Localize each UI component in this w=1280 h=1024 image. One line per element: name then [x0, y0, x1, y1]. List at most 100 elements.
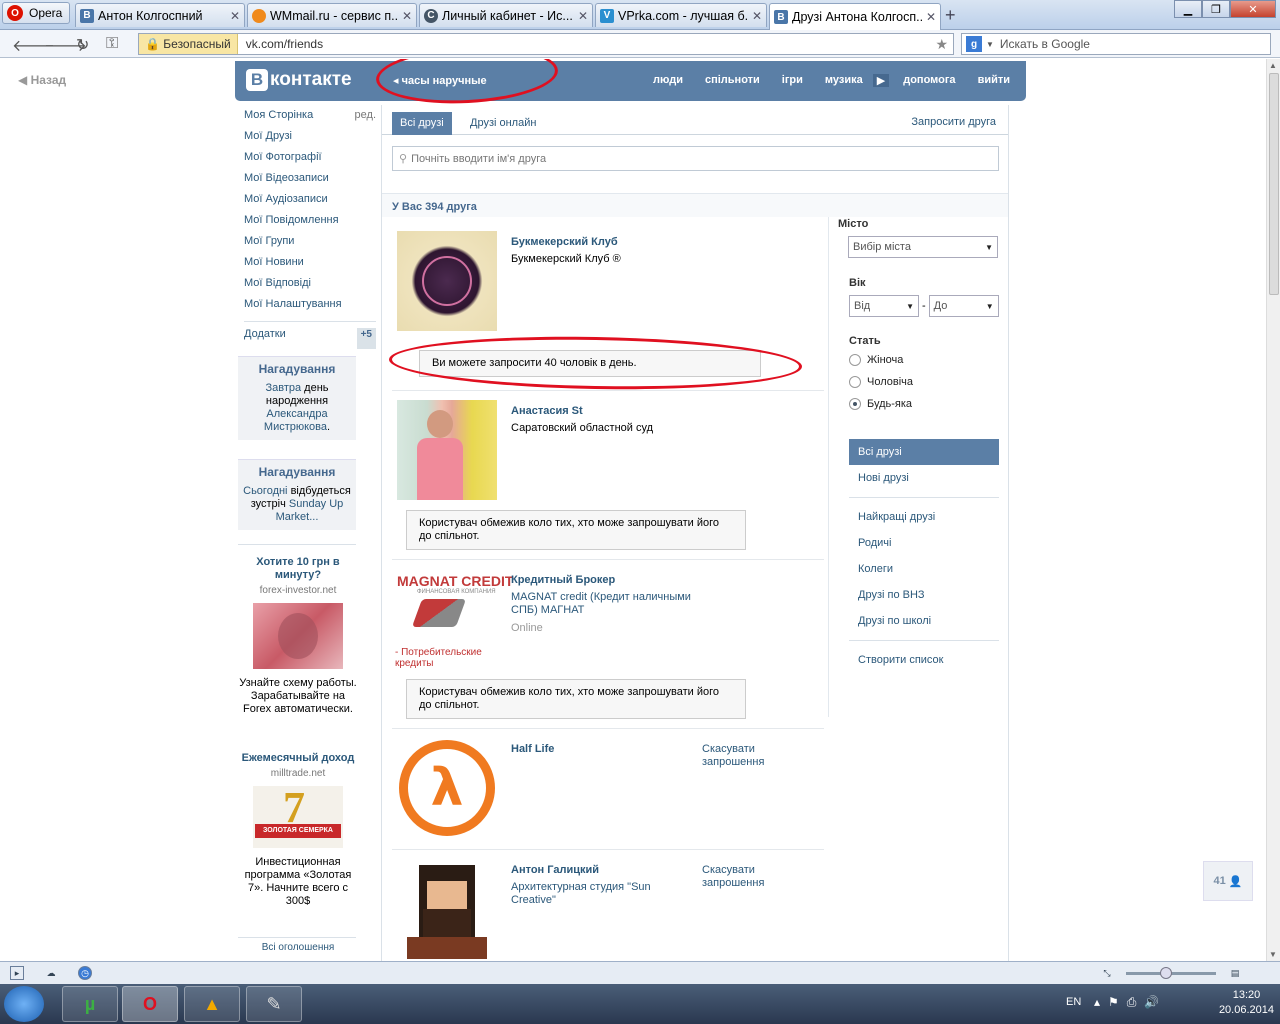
nav-help[interactable]: допомога — [903, 74, 955, 87]
nav-games[interactable]: ігри — [782, 74, 803, 87]
sex-option-any[interactable]: Будь-яка — [849, 393, 913, 415]
key-icon[interactable]: ⚿ — [106, 35, 118, 53]
list-school-friends[interactable]: Друзі по школі — [849, 608, 999, 634]
tray-icons[interactable]: ▴⚑⎙🔊 — [1094, 995, 1167, 1010]
age-to-select[interactable]: До ▼ — [928, 295, 999, 317]
start-button[interactable] — [4, 986, 44, 1022]
avatar[interactable]: λ — [397, 738, 497, 838]
friend-name[interactable]: Анастасия St — [511, 405, 583, 417]
list-all-friends[interactable]: Всі друзі — [849, 439, 999, 465]
menu-my-page[interactable]: Моя Сторінка ред. — [244, 109, 376, 130]
opera-taskbar-icon[interactable]: O — [122, 986, 178, 1022]
menu-my-settings[interactable]: Мої Налаштування — [244, 298, 376, 319]
avatar[interactable] — [397, 231, 497, 331]
language-indicator[interactable]: EN — [1066, 996, 1081, 1008]
menu-apps[interactable]: Додатки +5 — [244, 328, 376, 349]
friend-name[interactable]: Кредитный Брокер — [511, 574, 615, 586]
zoom-options-icon[interactable]: ▤ — [1228, 966, 1242, 980]
nav-communities[interactable]: спільноти — [705, 74, 760, 87]
url-field[interactable]: 🔒 Безопасный vk.com/friends ★ — [138, 33, 954, 55]
radio-button-selected[interactable] — [849, 398, 861, 410]
friend-search-input[interactable]: ⚲ Почніть вводити ім'я друга — [392, 146, 999, 171]
menu-my-replies[interactable]: Мої Відповіді — [244, 277, 376, 298]
menu-my-photos[interactable]: Мої Фотографії — [244, 151, 376, 172]
scrollbar-thumb[interactable] — [1269, 73, 1279, 295]
ad-title[interactable]: Хотите 10 грн в минуту? — [238, 556, 358, 582]
avatar[interactable]: MAGNAT CREDIT ФИНАНСОВАЯ КОМПАНИЯ - Потр… — [387, 569, 513, 669]
radio-button[interactable] — [849, 376, 861, 388]
banknote-image[interactable] — [253, 603, 343, 669]
close-icon[interactable]: ✕ — [926, 10, 936, 24]
security-badge[interactable]: 🔒 Безопасный — [139, 34, 238, 54]
nav-logout[interactable]: вийти — [978, 74, 1010, 87]
avatar[interactable] — [397, 400, 497, 500]
edit-link[interactable]: ред. — [355, 109, 376, 130]
close-icon[interactable]: ✕ — [402, 9, 412, 23]
google-icon[interactable]: g — [966, 36, 982, 52]
bookmark-star-icon[interactable]: ★ — [935, 36, 953, 53]
apps-badge[interactable]: +5 — [356, 328, 376, 349]
browser-tab-4[interactable]: V VPrka.com - лучшая б... ✕ — [595, 3, 767, 27]
invite-friend-link[interactable]: Запросити друга — [911, 116, 996, 128]
browser-tab-1[interactable]: B Антон Колгоспний ✕ — [75, 3, 245, 27]
scroll-up-icon[interactable]: ▲ — [1269, 61, 1277, 70]
panel-toggle-icon[interactable]: ▸ — [10, 966, 24, 980]
sex-option-male[interactable]: Чоловіча — [849, 371, 913, 393]
menu-my-videos[interactable]: Мої Відеозаписи — [244, 172, 376, 193]
list-best-friends[interactable]: Найкращі друзі — [849, 504, 999, 530]
avatar[interactable] — [397, 859, 497, 959]
list-relatives[interactable]: Родичі — [849, 530, 999, 556]
back-link[interactable]: ◀ Назад — [18, 73, 66, 87]
browser-tab-3[interactable]: C Личный кабинет - Ис... ✕ — [419, 3, 593, 27]
online-counter[interactable]: 41 👤 — [1203, 861, 1253, 901]
fit-icon[interactable]: ⤡ — [1100, 966, 1114, 980]
reminder-person-link[interactable]: Александра Мистрюкова — [264, 408, 328, 433]
all-ads-link[interactable]: Всі оголошення — [238, 942, 358, 953]
cloud-icon[interactable]: ☁ — [44, 966, 58, 980]
restore-icon[interactable]: ❐ — [1202, 0, 1230, 18]
cancel-invite-link[interactable]: Скасувати запрошення — [702, 864, 782, 890]
tab-all-friends[interactable]: Всі друзі — [392, 112, 452, 135]
age-from-select[interactable]: Від ▼ — [849, 295, 919, 317]
browser-tab-2[interactable]: WMmail.ru - сервис п... ✕ — [247, 3, 417, 27]
menu-my-groups[interactable]: Мої Групи — [244, 235, 376, 256]
friend-name[interactable]: Букмекерский Клуб — [511, 236, 618, 248]
page-scrollbar[interactable]: ▲ ▼ — [1266, 59, 1280, 961]
menu-my-friends[interactable]: Мої Друзі — [244, 130, 376, 151]
menu-my-audio[interactable]: Мої Аудіозаписи — [244, 193, 376, 214]
list-colleagues[interactable]: Колеги — [849, 556, 999, 582]
reminder-link[interactable]: Сьогодні — [243, 485, 287, 497]
ad-block-1[interactable]: Хотите 10 грн в минуту? forex-investor.n… — [238, 556, 358, 716]
list-university-friends[interactable]: Друзі по ВНЗ — [849, 582, 999, 608]
utorrent-icon[interactable]: µ — [62, 986, 118, 1022]
opera-menu-button[interactable]: O Opera — [2, 2, 70, 24]
close-icon[interactable]: ✕ — [230, 9, 240, 23]
chevron-down-icon[interactable]: ▼ — [986, 40, 994, 49]
golden-seven-image[interactable]: 7 ЗОЛОТАЯ СЕМЕРКА — [253, 786, 343, 848]
vk-logo[interactable]: В контакте — [246, 69, 352, 91]
sex-option-female[interactable]: Жіноча — [849, 349, 913, 371]
paint-icon[interactable]: ✎ — [246, 986, 302, 1022]
close-icon[interactable]: ✕ — [752, 9, 762, 23]
reload-icon[interactable]: ↻ — [76, 35, 89, 55]
reminder-link[interactable]: Завтра — [265, 382, 301, 394]
city-select[interactable]: Вибір міста ▼ — [848, 236, 998, 258]
menu-my-messages[interactable]: Мої Повідомлення — [244, 214, 376, 235]
list-new-friends[interactable]: Нові друзі — [849, 465, 999, 491]
friend-name[interactable]: Антон Галицкий — [511, 864, 599, 876]
cancel-invite-link[interactable]: Скасувати запрошення — [702, 743, 782, 769]
new-tab-icon[interactable]: + — [945, 5, 956, 26]
create-list-link[interactable]: Створити список — [849, 647, 999, 673]
radio-button[interactable] — [849, 354, 861, 366]
clock[interactable]: 13:20 20.06.2014 — [1219, 988, 1274, 1018]
ad-block-2[interactable]: Ежемесячный доход milltrade.net 7 ЗОЛОТА… — [238, 752, 358, 908]
ad-title[interactable]: Ежемесячный доход — [238, 752, 358, 765]
nav-people[interactable]: люди — [653, 74, 683, 87]
tab-online-friends[interactable]: Друзі онлайн — [462, 112, 544, 135]
zoom-slider-knob[interactable] — [1160, 967, 1172, 979]
window-close-icon[interactable]: ✕ — [1230, 0, 1276, 18]
aimp-icon[interactable]: ▲ — [184, 986, 240, 1022]
play-icon[interactable]: ▶ — [872, 74, 890, 87]
search-engine-field[interactable]: g ▼ Искать в Google — [961, 33, 1271, 55]
scroll-down-icon[interactable]: ▼ — [1269, 950, 1277, 959]
